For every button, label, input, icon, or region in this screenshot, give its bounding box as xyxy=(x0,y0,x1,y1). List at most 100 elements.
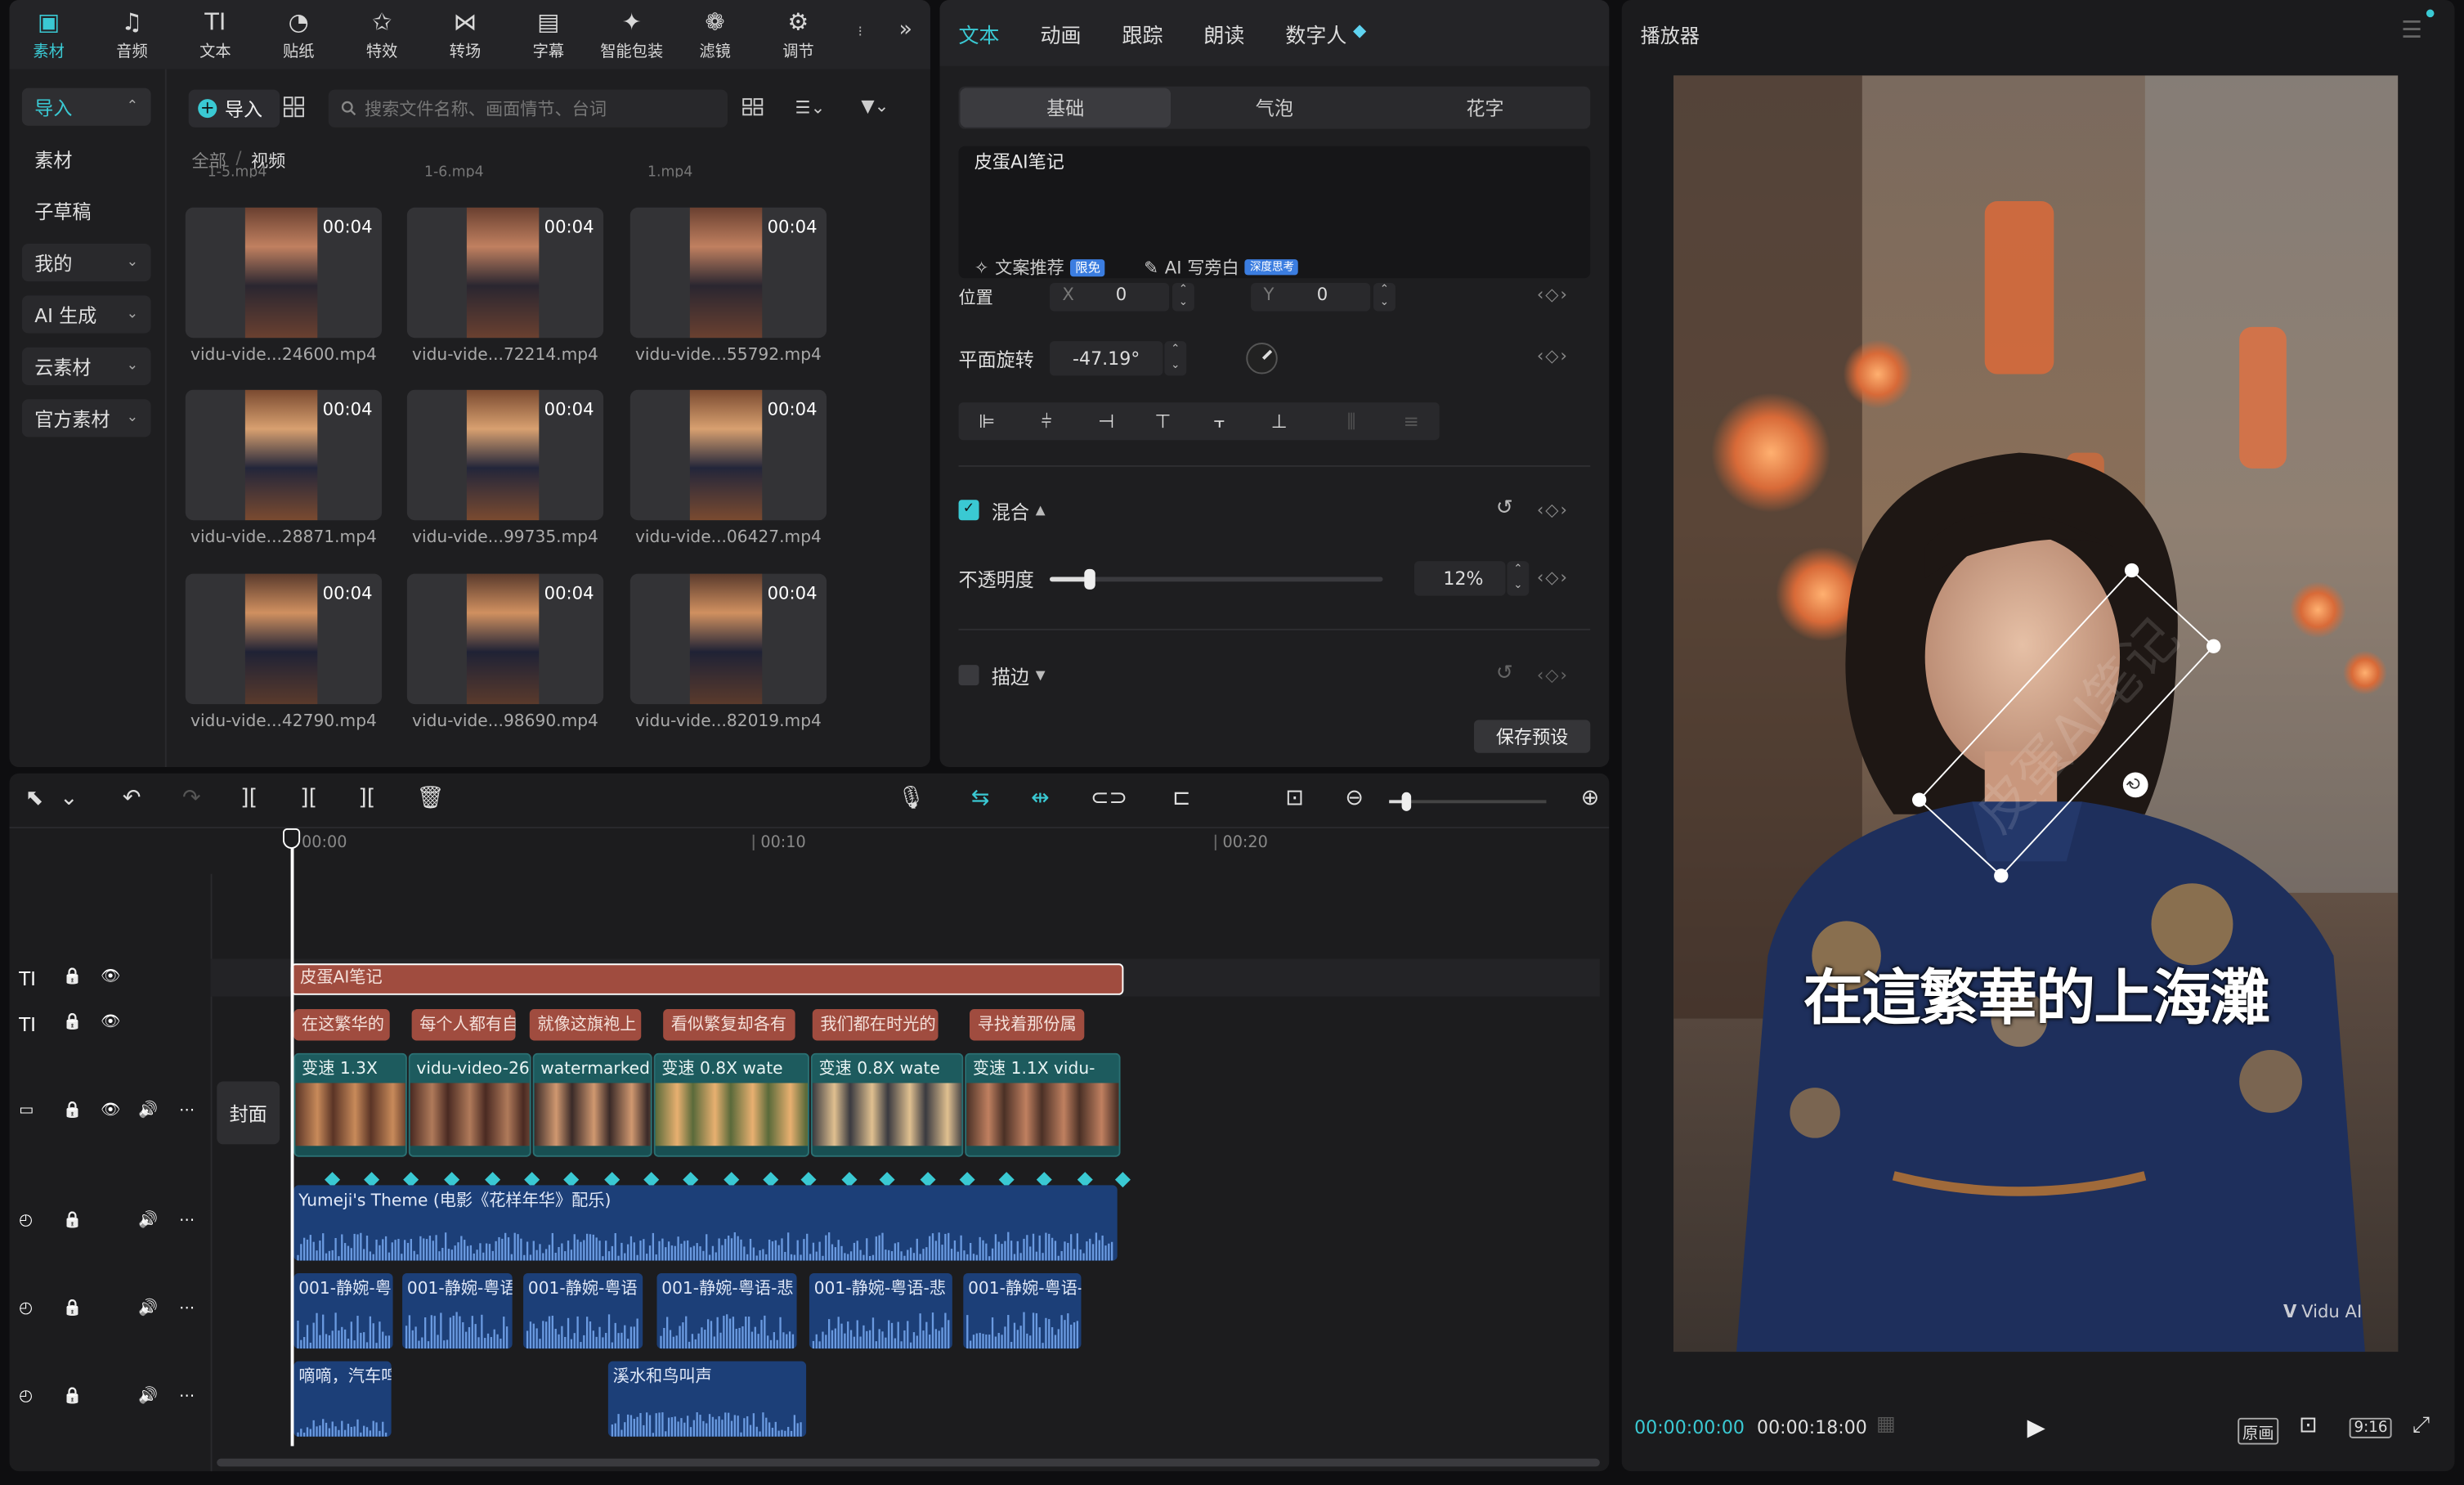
audio-icon[interactable]: 🔊 xyxy=(138,1212,158,1229)
voice-clip[interactable]: 001-静婉-粤语 xyxy=(402,1272,513,1349)
media-thumbnail[interactable]: 00:04 xyxy=(185,573,383,705)
subtitle-clip[interactable]: 在这繁华的 xyxy=(293,1009,390,1041)
audio-icon[interactable]: 🔊 xyxy=(138,1388,158,1405)
link-icon[interactable]: ⇆ xyxy=(971,786,990,811)
undo-icon[interactable]: ↶ xyxy=(123,786,141,811)
visibility-icon[interactable]: 👁 xyxy=(101,1101,120,1119)
blend-collapse-icon[interactable]: ▲ xyxy=(1036,503,1046,517)
sidebar-item[interactable]: AI 生成 ⌄ xyxy=(21,295,151,334)
align-left-icon[interactable]: ⊫ xyxy=(959,406,1015,437)
sidebar-item[interactable]: 我的 ⌄ xyxy=(21,243,151,282)
select-tool-icon[interactable]: ⬉ xyxy=(25,786,44,811)
toolbar-adjust-button[interactable]: ⚙ 调节 xyxy=(759,7,837,63)
subtitle-clip[interactable]: 寻找着那份属 xyxy=(969,1009,1085,1041)
title-clip[interactable]: 皮蛋AI笔记 xyxy=(290,963,1124,995)
select-dropdown-icon[interactable]: ⌄ xyxy=(60,786,78,811)
sfx-clip[interactable]: 嘀嘀，汽车鸣 xyxy=(293,1361,392,1437)
tab-read-aloud[interactable]: 朗读 xyxy=(1203,19,1244,49)
lock-icon[interactable]: 🔒 xyxy=(63,1300,83,1317)
opacity-keyframe-icon[interactable]: ‹◇› xyxy=(1537,568,1569,588)
media-thumbnail[interactable]: 00:04 xyxy=(629,573,827,705)
subtitle-clip[interactable]: 就像这旗袍上 xyxy=(529,1009,642,1041)
tab-text[interactable]: 文本 xyxy=(959,19,1000,49)
lock-icon[interactable]: 🔒 xyxy=(63,1101,83,1119)
voice-clip[interactable]: 001-静婉-粤 xyxy=(293,1272,393,1349)
save-preset-button[interactable]: 保存预设 xyxy=(1474,720,1591,753)
ai-narration-button[interactable]: ✎ AI 写旁白 深度思考 xyxy=(1144,254,1299,280)
audio-icon[interactable]: 🔊 xyxy=(138,1300,158,1317)
split-left-icon[interactable]: ][ xyxy=(300,786,317,811)
toolbar-effects-button[interactable]: ✩ 特效 xyxy=(343,7,421,63)
visibility-icon[interactable]: 👁 xyxy=(101,1014,120,1031)
fullscreen-icon[interactable]: ⤢ xyxy=(2412,1413,2430,1438)
position-y-field[interactable]: Y 0 xyxy=(1251,282,1371,312)
align-center-v-icon[interactable]: ⫟ xyxy=(1191,406,1248,437)
voice-clip[interactable]: 001-静婉-粤语- xyxy=(963,1272,1082,1349)
y-stepper[interactable]: ⌃ ⌄ xyxy=(1373,282,1396,312)
screenshot-icon[interactable]: ⊡ xyxy=(2299,1413,2318,1438)
more-icon[interactable]: ⋯ xyxy=(179,1101,195,1119)
media-thumbnail[interactable]: 00:04 xyxy=(629,207,827,339)
align-top-icon[interactable]: ⊤ xyxy=(1135,406,1191,437)
subtitle-clip[interactable]: 看似繁复却各有 xyxy=(663,1009,795,1041)
subtitle-clip[interactable]: 我们都在时光的 xyxy=(812,1009,939,1041)
stroke-reset-icon[interactable]: ↺ xyxy=(1496,662,1513,685)
video-preview[interactable]: 皮蛋AI笔记 ↻ 在這繁華的上海灘 ᐯ Vidu AI xyxy=(1673,75,2399,1353)
align-bottom-icon[interactable]: ⊥ xyxy=(1251,406,1307,437)
stroke-checkbox[interactable] xyxy=(958,665,979,686)
subtab-bubble[interactable]: 气泡 xyxy=(1169,88,1380,128)
sidebar-item[interactable]: 子草稿 xyxy=(22,192,151,230)
play-button[interactable]: ▶ xyxy=(2027,1413,2045,1442)
chain-icon[interactable]: ⊂⊃ xyxy=(1091,786,1127,811)
copy-suggest-button[interactable]: ✧ 文案推荐 限免 xyxy=(974,254,1105,280)
align-center-h-icon[interactable]: ⫩ xyxy=(1019,406,1075,437)
align-clip-icon[interactable]: ⊏ xyxy=(1172,786,1191,811)
more-icon[interactable]: ⋯ xyxy=(179,1300,195,1317)
media-thumbnail[interactable]: 00:04 xyxy=(406,207,604,339)
ratio-button[interactable]: 9:16 xyxy=(2349,1417,2393,1438)
more-icon[interactable]: ⋯ xyxy=(179,1212,195,1229)
subtab-basic[interactable]: 基础 xyxy=(960,87,1172,128)
playhead-handle[interactable] xyxy=(282,828,301,849)
position-keyframe-icon[interactable]: ‹◇› xyxy=(1537,285,1569,305)
toolbar-more-icon[interactable]: ⁝ xyxy=(858,25,863,41)
sidebar-item[interactable]: 导入 ⌃ xyxy=(21,87,151,126)
zoom-slider[interactable] xyxy=(1389,792,1547,811)
lock-icon[interactable]: 🔒 xyxy=(63,1212,83,1229)
player-menu-icon[interactable]: ☰ xyxy=(2401,16,2422,44)
toolbar-sticker-button[interactable]: ◔ 贴纸 xyxy=(259,7,338,63)
zoom-in-icon[interactable]: ⊕ xyxy=(1581,786,1600,811)
distribute-v-icon[interactable]: ≡ xyxy=(1383,406,1440,437)
opacity-input[interactable]: 12% xyxy=(1413,561,1506,596)
rotation-input[interactable]: -47.19° xyxy=(1050,341,1163,376)
stroke-expand-icon[interactable]: ▼ xyxy=(1036,668,1046,682)
sfx-clip[interactable]: 溪水和鸟叫声 xyxy=(607,1361,807,1437)
text-track-icon[interactable]: TI xyxy=(19,968,36,990)
sort-icon[interactable]: ☰⌄ xyxy=(795,97,826,118)
text-track-icon[interactable]: TI xyxy=(19,1014,36,1036)
media-thumbnail[interactable]: 00:04 xyxy=(185,207,383,339)
sidebar-item[interactable]: 云素材 ⌄ xyxy=(21,347,151,385)
opacity-stepper[interactable]: ⌃ ⌄ xyxy=(1507,561,1530,596)
media-thumbnail[interactable]: 00:04 xyxy=(406,573,604,705)
voice-clip[interactable]: 001-静婉-粤语 xyxy=(523,1272,643,1349)
more-icon[interactable]: ⋯ xyxy=(179,1388,195,1405)
rotation-stepper[interactable]: ⌃ ⌄ xyxy=(1164,341,1187,376)
subtitle-clip[interactable]: 每个人都有自 xyxy=(411,1009,516,1041)
snap-icon[interactable]: ⇹ xyxy=(1031,786,1050,811)
lock-icon[interactable]: 🔒 xyxy=(63,968,83,985)
align-right-icon[interactable]: ⊣ xyxy=(1078,406,1135,437)
toolbar-subtitle-button[interactable]: ▤ 字幕 xyxy=(509,7,588,63)
media-thumbnail[interactable]: 00:04 xyxy=(406,389,604,521)
toolbar-transition-button[interactable]: ⋈ 转场 xyxy=(426,7,504,63)
voice-clip[interactable]: 001-静婉-粤语-悲 xyxy=(656,1272,797,1349)
blend-keyframe-icon[interactable]: ‹◇› xyxy=(1537,500,1569,520)
delete-icon[interactable]: 🗑 xyxy=(416,786,444,811)
video-clip[interactable]: 变速 0.8X wate xyxy=(810,1052,964,1157)
cover-button[interactable]: 封面 xyxy=(217,1081,280,1145)
tab-animation[interactable]: 动画 xyxy=(1040,19,1081,49)
video-clip[interactable]: 变速 1.3X xyxy=(293,1052,407,1157)
distribute-h-icon[interactable]: ⫼ xyxy=(1323,406,1379,437)
audio-track-icon[interactable]: ◴ xyxy=(19,1388,33,1405)
visibility-icon[interactable]: 👁 xyxy=(101,968,120,985)
